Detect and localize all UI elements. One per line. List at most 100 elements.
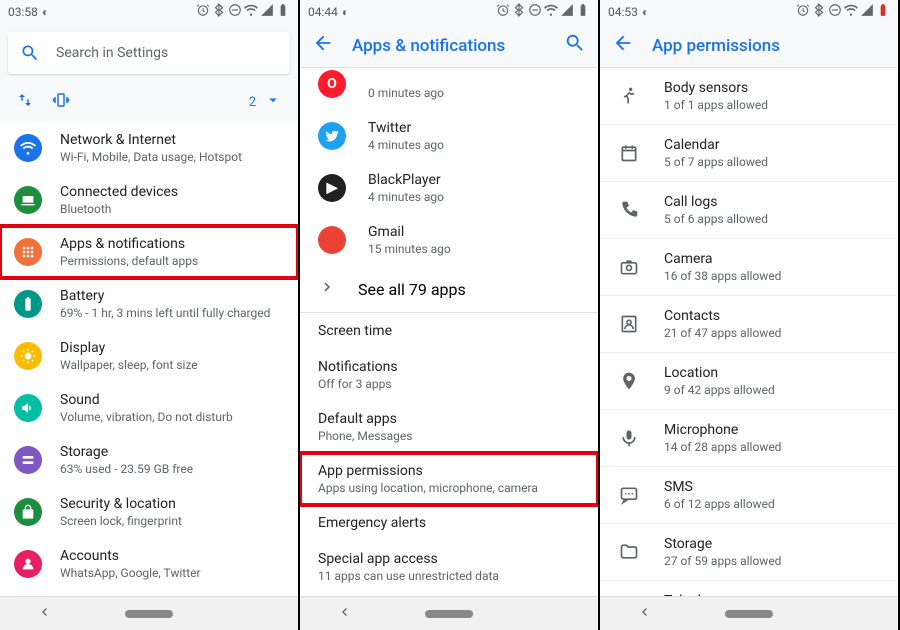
clock-time: 04:53 <box>608 5 638 19</box>
app-time: 4 minutes ago <box>368 138 444 152</box>
app-time: 0 minutes ago <box>368 86 444 100</box>
settings-item-accounts[interactable]: AccountsWhatsApp, Google, Twitter <box>0 538 298 590</box>
header: Apps & notifications <box>300 24 598 68</box>
permission-icon <box>618 541 640 563</box>
nav-back[interactable] <box>636 604 652 624</box>
clock-time: 04:44 <box>308 5 338 19</box>
permission-count: 1 of 1 apps allowed <box>664 98 768 112</box>
item-title: Sound <box>60 392 233 408</box>
permission-camera[interactable]: Camera16 of 38 apps allowed <box>600 239 898 296</box>
item-subtitle: Wi-Fi, Mobile, Data usage, Hotspot <box>60 150 242 164</box>
permission-title: Storage <box>664 536 781 552</box>
nav-home[interactable] <box>425 610 473 618</box>
alarm-icon <box>196 3 210 21</box>
data-icon <box>16 91 34 113</box>
apps-notifications-panel: 04:44 ◐ Apps & notifications O Opera0 mi… <box>300 0 600 630</box>
nav-bar <box>600 596 898 630</box>
settings-item-connected-devices[interactable]: Connected devicesBluetooth <box>0 174 298 226</box>
settings-main-panel: 03:58 ◐ Search in Settings 2 Network & I… <box>0 0 300 630</box>
settings-item-display[interactable]: DisplayWallpaper, sleep, font size <box>0 330 298 382</box>
nav-home[interactable] <box>725 610 773 618</box>
permission-count: 14 of 28 apps allowed <box>664 440 781 454</box>
permission-title: Camera <box>664 251 781 267</box>
wifi-icon <box>844 3 858 21</box>
search-button[interactable] <box>564 32 586 59</box>
app-time: 15 minutes ago <box>368 242 451 256</box>
app-permissions-panel: 04:53 ◐ App permissions Body sensors1 of… <box>600 0 900 630</box>
permission-title: SMS <box>664 479 775 495</box>
wifi-icon <box>544 3 558 21</box>
section-subtitle: Apps using location, microphone, camera <box>318 481 580 495</box>
item-title: Network & Internet <box>60 132 242 148</box>
status-icons <box>196 3 290 21</box>
back-button[interactable] <box>312 32 334 59</box>
category-icon <box>14 446 42 474</box>
permission-location[interactable]: Location 9 of 42 apps allowed <box>600 353 898 410</box>
category-icon <box>14 550 42 578</box>
permission-count: 5 of 6 apps allowed <box>664 212 768 226</box>
permission-storage[interactable]: Storage27 of 59 apps allowed <box>600 524 898 581</box>
expand-icon <box>264 91 282 113</box>
nav-back[interactable] <box>36 604 52 624</box>
clock-time: 03:58 <box>8 5 38 19</box>
settings-item-apps-notifications[interactable]: Apps & notificationsPermissions, default… <box>0 226 298 278</box>
permission-count: 9 of 42 apps allowed <box>664 383 775 397</box>
back-button[interactable] <box>612 32 634 59</box>
settings-item-battery[interactable]: Battery69% - 1 hr, 3 mins left until ful… <box>0 278 298 330</box>
item-subtitle: Bluetooth <box>60 202 178 216</box>
permission-title: Microphone <box>664 422 781 438</box>
battery-icon <box>576 3 590 21</box>
permission-title: Calendar <box>664 137 768 153</box>
section-title: App permissions <box>318 463 580 479</box>
app-name: BlackPlayer <box>368 172 444 188</box>
category-icon <box>14 134 42 162</box>
dnd-icon: ◐ <box>42 5 49 19</box>
header: App permissions <box>600 24 898 68</box>
recent-app-row[interactable]: ▶ BlackPlayer4 minutes ago <box>300 162 598 214</box>
apps-scroll: O Opera0 minutes ago Twitter4 minutes ag… <box>300 68 598 596</box>
permission-microphone[interactable]: Microphone 14 of 28 apps allowed <box>600 410 898 467</box>
recent-app-row[interactable]: O Opera0 minutes ago <box>300 68 598 110</box>
permission-body-sensors[interactable]: Body sensors 1 of 1 apps allowed <box>600 68 898 125</box>
settings-item-security-location[interactable]: Security & locationScreen lock, fingerpr… <box>0 486 298 538</box>
section-special-app-access[interactable]: Special app access11 apps can use unrest… <box>300 541 598 593</box>
recent-app-row[interactable]: Twitter4 minutes ago <box>300 110 598 162</box>
section-emergency-alerts[interactable]: Emergency alerts <box>300 505 598 541</box>
permission-title: Location <box>664 365 775 381</box>
section-title: Emergency alerts <box>318 515 580 531</box>
settings-item-storage[interactable]: Storage63% used - 23.59 GB free <box>0 434 298 486</box>
item-subtitle: Permissions, default apps <box>60 254 198 268</box>
search-icon <box>20 43 40 63</box>
settings-item-network-internet[interactable]: Network & Internet Wi-Fi, Mobile, Data us… <box>0 122 298 174</box>
permission-icon <box>618 256 640 278</box>
status-icons <box>496 3 590 21</box>
item-subtitle: Wallpaper, sleep, font size <box>60 358 198 372</box>
section-app-permissions[interactable]: App permissions Apps using location, micr… <box>300 453 598 505</box>
item-subtitle: 63% used - 23.59 GB free <box>60 462 193 476</box>
permission-title: Call logs <box>664 194 768 210</box>
see-all-apps[interactable]: See all 79 apps <box>300 266 598 312</box>
item-title: Battery <box>60 288 270 304</box>
permission-title: Body sensors <box>664 80 768 96</box>
permission-telephone[interactable]: Telephone14 of 37 apps allowed <box>600 581 898 596</box>
section-notifications[interactable]: NotificationsOff for 3 apps <box>300 349 598 401</box>
permission-calendar[interactable]: Calendar5 of 7 apps allowed <box>600 125 898 182</box>
item-subtitle: Screen lock, fingerprint <box>60 514 182 528</box>
status-icons <box>796 3 890 21</box>
app-icon <box>318 122 346 150</box>
permission-count: 6 of 12 apps allowed <box>664 497 775 511</box>
vibrate-icon <box>52 91 70 113</box>
nav-back[interactable] <box>336 604 352 624</box>
suggestions-row[interactable]: 2 <box>0 82 298 122</box>
permission-contacts[interactable]: Contacts21 of 47 apps allowed <box>600 296 898 353</box>
section-default-apps[interactable]: Default appsPhone, Messages <box>300 401 598 453</box>
section-screen-time[interactable]: Screen time <box>300 313 598 349</box>
signal-icon <box>560 3 574 21</box>
search-settings[interactable]: Search in Settings <box>8 32 290 74</box>
permission-sms[interactable]: SMS 6 of 12 apps allowed <box>600 467 898 524</box>
settings-item-sound[interactable]: SoundVolume, vibration, Do not disturb <box>0 382 298 434</box>
recent-app-row[interactable]: Gmail15 minutes ago <box>300 214 598 266</box>
category-icon <box>14 394 42 422</box>
permission-call-logs[interactable]: Call logs 5 of 6 apps allowed <box>600 182 898 239</box>
nav-home[interactable] <box>125 610 173 618</box>
